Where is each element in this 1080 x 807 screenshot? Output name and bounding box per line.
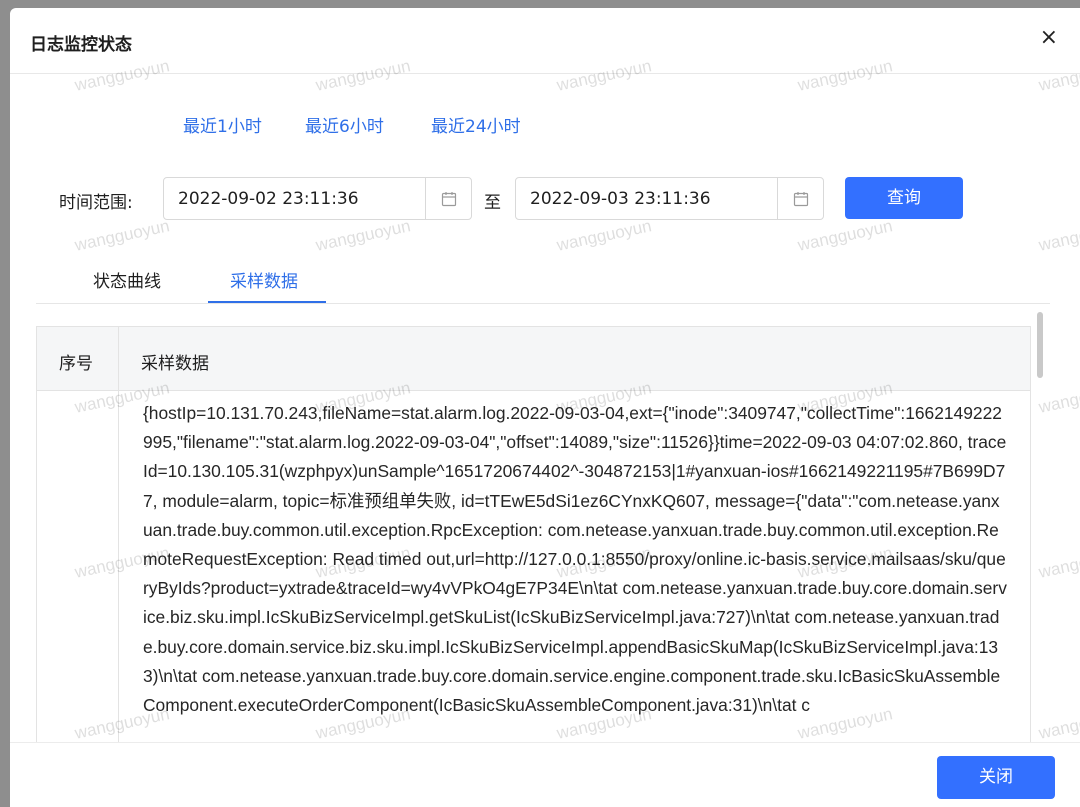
close-button[interactable]: 关闭 [937,756,1055,799]
table-row: {hostIp=10.131.70.243,fileName=stat.alar… [143,403,1007,716]
tab-status-curve[interactable]: 状态曲线 [93,267,161,292]
end-time-value: 2022-09-03 23:11:36 [530,189,711,209]
column-header-sample-data: 采样数据 [141,354,209,374]
scrollbar-thumb[interactable] [1037,312,1043,378]
query-button[interactable]: 查询 [845,177,963,219]
sample-data-table: 序号 采样数据 {hostIp=10.131.70.243,fileName=s… [36,326,1031,756]
watermark: wangguoyun [1036,704,1080,743]
close-icon[interactable]: × [1040,24,1058,52]
tabs-divider [36,303,1050,304]
watermark: wangguoyun [1036,378,1080,417]
start-time-value: 2022-09-02 23:11:36 [178,189,359,209]
watermark: wangguoyun [313,216,413,255]
time-range-label: 时间范围: [59,193,133,213]
end-time-input[interactable]: 2022-09-03 23:11:36 [515,177,824,220]
quick-range-24h[interactable]: 最近24小时 [431,112,521,137]
quick-range-6h[interactable]: 最近6小时 [305,112,384,137]
watermark: wangguoyun [554,216,654,255]
watermark: wangguoyun [1036,216,1080,255]
range-separator: 至 [484,193,501,213]
dialog-header: 日志监控状态 × [10,8,1080,74]
watermark: wangguoyun [795,216,895,255]
tab-sample-data[interactable]: 采样数据 [230,267,298,292]
dialog-title: 日志监控状态 [30,35,132,55]
log-monitor-dialog: 日志监控状态 × 最近1小时 最近6小时 最近24小时 时间范围: 2022-0… [10,8,1080,807]
calendar-icon[interactable] [425,178,471,219]
column-header-no: 序号 [59,354,93,374]
calendar-icon[interactable] [777,178,823,219]
dialog-footer [10,742,1080,807]
table-header: 序号 采样数据 [37,327,1030,391]
watermark: wangguoyun [72,216,172,255]
start-time-input[interactable]: 2022-09-02 23:11:36 [163,177,472,220]
watermark: wangguoyun [1036,543,1080,582]
column-divider [118,327,119,755]
quick-range-1h[interactable]: 最近1小时 [183,112,262,137]
